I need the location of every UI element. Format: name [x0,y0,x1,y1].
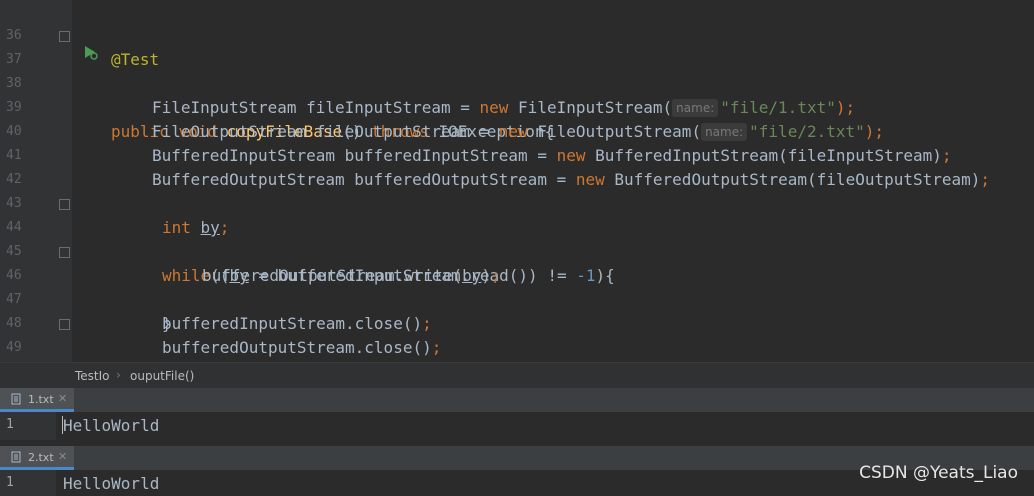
code-line[interactable]: 39 FileOutputStream fileOutputStream = n… [0,72,1034,141]
code-line[interactable]: 44 while((by = bufferedInputStream.read(… [0,192,1034,285]
fold-marker-icon[interactable] [59,199,70,210]
breadcrumb-method[interactable]: ouputFile() [130,369,194,383]
code-line[interactable]: 49 } [0,312,1034,405]
fold-marker-icon[interactable] [59,31,70,42]
line-number: 1 [6,417,14,432]
close-icon[interactable]: ✕ [58,392,67,405]
code-line[interactable]: 38 FileInputStream fileInputStream = new… [0,48,1034,117]
code-line[interactable]: 46 } [0,240,1034,333]
tab-bar: 1.txt ✕ [0,388,1034,413]
tab-label: 1.txt [28,393,54,406]
code-line[interactable]: 50 } [0,336,1034,405]
tab-1-txt[interactable]: 1.txt ✕ [0,388,74,412]
code-line[interactable]: 48 bufferedOutputStream.close(); [0,288,1034,357]
code-line[interactable]: 40 BufferedInputStream bufferedInputStre… [0,96,1034,165]
file-text[interactable]: HelloWorld [63,473,159,495]
code-line[interactable]: 36 @Test [0,0,1034,69]
fold-marker-icon[interactable] [59,247,70,258]
fold-marker-icon[interactable] [59,319,70,330]
breadcrumb-separator: › [116,368,121,382]
line-number: 1 [6,475,14,490]
code-line[interactable]: 47 bufferedInputStream.close(); [0,264,1034,333]
code-line[interactable]: 45 bufferedOutputStream.write(by); [0,216,1034,285]
breadcrumb-class[interactable]: TestIo [75,369,110,383]
code-editor[interactable]: 36 @Test 37 public void copyFileBase() t… [0,0,1034,405]
code-line[interactable]: 43 int by; [0,168,1034,237]
close-icon[interactable]: ✕ [58,450,67,463]
text-file-icon [11,393,21,408]
code-line[interactable]: 41 BufferedOutputStream bufferedOutputSt… [0,120,1034,189]
code-line[interactable]: 42 [0,144,1034,187]
watermark: CSDN @Yeats_Liao [859,463,1018,483]
file-content[interactable]: 1 HelloWorld [0,412,1034,440]
run-test-icon[interactable] [31,28,98,60]
code-line[interactable]: 37 public void copyFileBase() throws IOE… [0,24,1034,141]
breadcrumb: TestIo › ouputFile() [0,362,1034,389]
tab-2-txt[interactable]: 2.txt ✕ [0,446,74,470]
tab-label: 2.txt [28,451,54,464]
file-text[interactable]: HelloWorld [63,415,159,437]
text-file-icon [11,451,21,466]
